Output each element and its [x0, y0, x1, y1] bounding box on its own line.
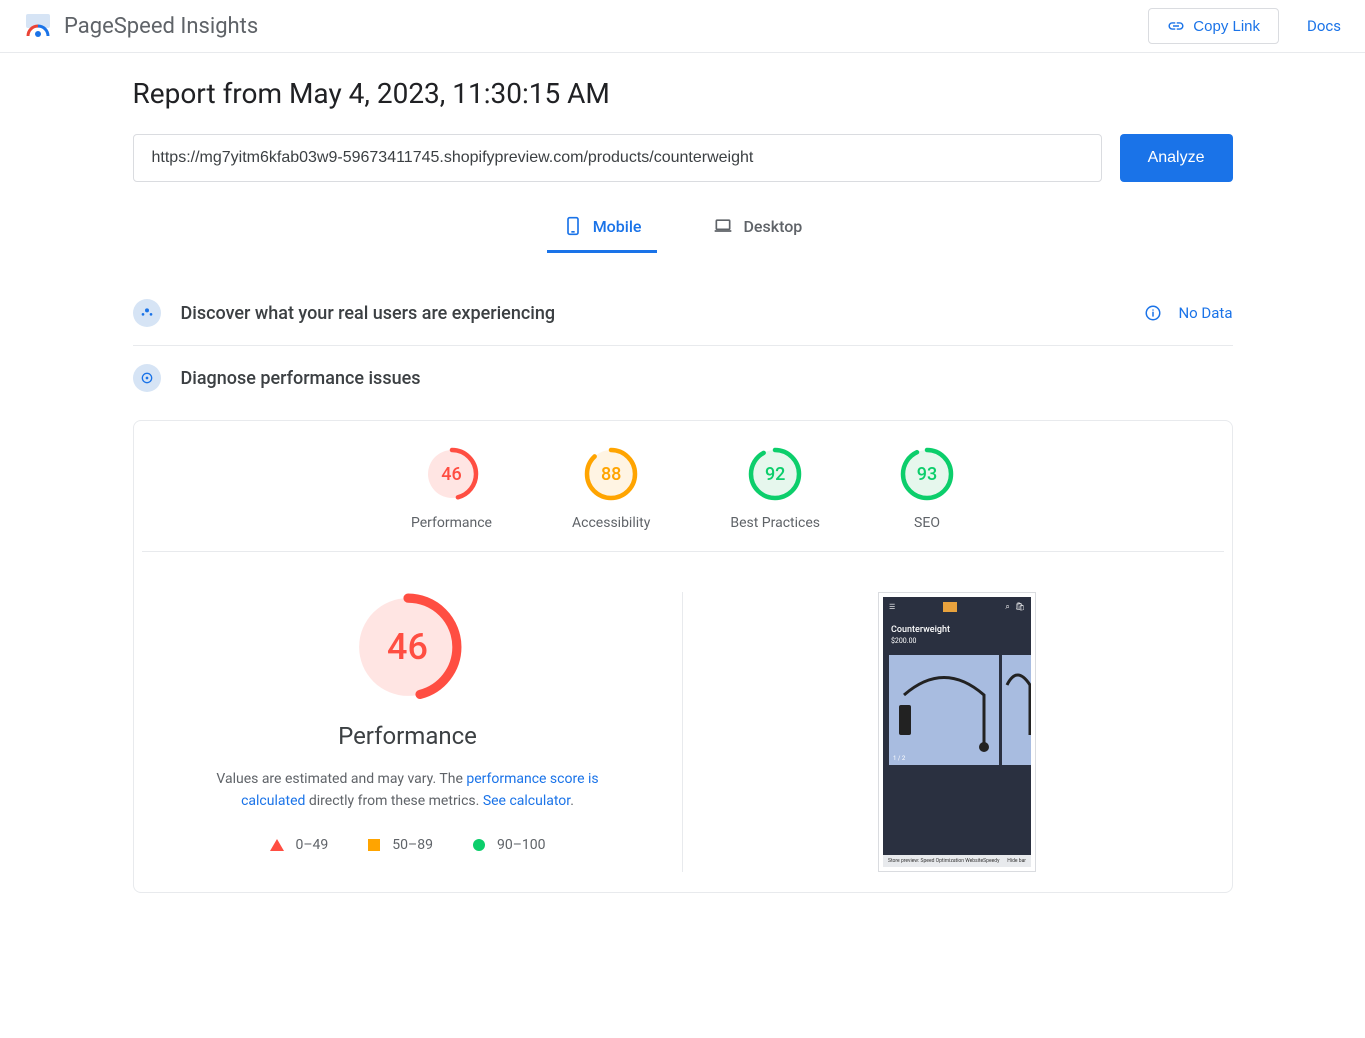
target-icon	[133, 364, 161, 392]
no-data-link[interactable]: No Data	[1144, 304, 1232, 322]
circle-icon	[473, 839, 485, 851]
users-icon	[133, 299, 161, 327]
shot-preview-bar: Store preview: Speed Optimization Websit…	[883, 855, 1031, 867]
shot-logo-icon	[943, 602, 957, 612]
tab-desktop[interactable]: Desktop	[697, 206, 818, 253]
score-legend: 0–49 50–89 90–100	[270, 837, 546, 853]
gauge-accessibility-circle: 88	[584, 447, 638, 501]
diagnose-box: 46 Performance 88 Accessibility 92 Best …	[133, 420, 1233, 893]
performance-left: 46 Performance Values are estimated and …	[164, 592, 683, 872]
shot-product-title: Counterweight	[891, 625, 1023, 635]
gauge-seo-label: SEO	[914, 515, 940, 531]
triangle-icon	[270, 839, 284, 851]
legend-mid: 50–89	[368, 837, 433, 853]
diagnose-title: Diagnose performance issues	[181, 368, 421, 389]
discover-title: Discover what your real users are experi…	[181, 303, 556, 324]
info-icon	[1144, 304, 1162, 322]
gauge-best-practices-score: 92	[748, 447, 802, 501]
shot-side-image	[1002, 655, 1031, 765]
bag-icon: 🛍	[1015, 602, 1025, 612]
gauge-accessibility-label: Accessibility	[572, 515, 650, 531]
shot-topbar: ☰ ⌕ 🛍	[883, 597, 1031, 617]
discover-section-header: Discover what your real users are experi…	[133, 281, 1233, 346]
shot-image-row: 1 / 2	[883, 649, 1031, 765]
analyze-button[interactable]: Analyze	[1120, 134, 1233, 182]
tab-mobile[interactable]: Mobile	[547, 206, 658, 253]
gauges-row: 46 Performance 88 Accessibility 92 Best …	[142, 421, 1224, 552]
url-row: Analyze	[133, 134, 1233, 182]
report-title: Report from May 4, 2023, 11:30:15 AM	[133, 77, 1233, 110]
gauge-performance[interactable]: 46 Performance	[411, 447, 492, 531]
page-screenshot: ☰ ⌕ 🛍 Counterweight $200.00 1 / 2	[878, 592, 1036, 872]
gauge-best-practices-label: Best Practices	[730, 515, 820, 531]
hamburger-icon: ☰	[889, 603, 895, 611]
shot-product-price: $200.00	[891, 637, 1023, 645]
docs-link[interactable]: Docs	[1307, 17, 1341, 35]
main-container: Report from May 4, 2023, 11:30:15 AM Ana…	[133, 53, 1233, 933]
psi-logo-icon	[24, 12, 52, 40]
discover-left: Discover what your real users are experi…	[133, 299, 556, 327]
performance-right: ☰ ⌕ 🛍 Counterweight $200.00 1 / 2	[683, 592, 1202, 872]
gauge-performance-score: 46	[425, 447, 479, 501]
gauge-seo-circle: 93	[900, 447, 954, 501]
app-title: PageSpeed Insights	[64, 14, 258, 39]
gauge-performance-label: Performance	[411, 515, 492, 531]
device-tabs: Mobile Desktop	[133, 206, 1233, 253]
gauge-best-practices-circle: 92	[748, 447, 802, 501]
diagnose-left: Diagnose performance issues	[133, 364, 421, 392]
gauge-seo[interactable]: 93 SEO	[900, 447, 954, 531]
phone-icon	[563, 216, 583, 236]
diagnose-section-header: Diagnose performance issues	[133, 346, 1233, 410]
shot-image-indicator: 1 / 2	[893, 755, 905, 762]
performance-big-gauge: 46	[353, 592, 463, 702]
shot-product-info: Counterweight $200.00	[883, 617, 1031, 649]
tab-desktop-label: Desktop	[743, 217, 802, 236]
tab-mobile-label: Mobile	[593, 217, 642, 236]
gauge-best-practices[interactable]: 92 Best Practices	[730, 447, 820, 531]
gauge-accessibility-score: 88	[584, 447, 638, 501]
no-data-label: No Data	[1178, 304, 1232, 322]
legend-bad: 0–49	[270, 837, 329, 853]
performance-big-score: 46	[353, 592, 463, 702]
url-input[interactable]	[133, 134, 1102, 182]
shot-main-image: 1 / 2	[889, 655, 999, 765]
gauge-seo-score: 93	[900, 447, 954, 501]
link-icon	[1167, 17, 1185, 35]
header-right: Copy Link Docs	[1148, 8, 1341, 44]
header-left: PageSpeed Insights	[24, 12, 258, 40]
copy-link-label: Copy Link	[1193, 18, 1260, 35]
square-icon	[368, 839, 380, 851]
legend-good: 90–100	[473, 837, 546, 853]
laptop-icon	[713, 216, 733, 236]
app-header: PageSpeed Insights Copy Link Docs	[0, 0, 1365, 53]
gauge-accessibility[interactable]: 88 Accessibility	[572, 447, 650, 531]
see-calculator-link[interactable]: See calculator	[483, 793, 570, 809]
performance-label: Performance	[338, 722, 477, 750]
search-icon: ⌕	[1005, 602, 1009, 612]
copy-link-button[interactable]: Copy Link	[1148, 8, 1279, 44]
performance-description: Values are estimated and may vary. The p…	[188, 768, 628, 813]
performance-section: 46 Performance Values are estimated and …	[134, 552, 1232, 892]
gauge-performance-circle: 46	[425, 447, 479, 501]
